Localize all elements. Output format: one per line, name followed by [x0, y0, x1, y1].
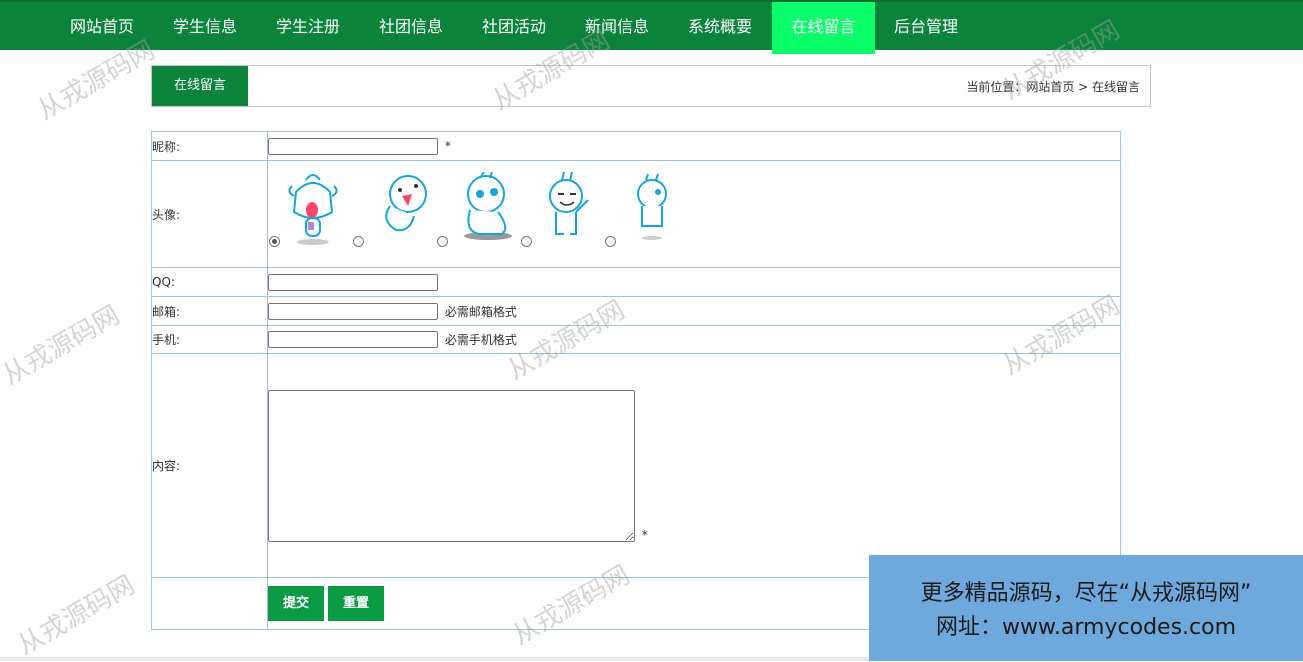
phone-label: 手机:	[151, 325, 268, 354]
email-label: 邮箱:	[151, 296, 268, 326]
phone-input[interactable]	[268, 331, 438, 348]
page-title: 在线留言	[152, 66, 248, 106]
watermark: 从戎源码网	[12, 570, 141, 662]
qq-input[interactable]	[268, 273, 438, 291]
avatar-1-icon[interactable]	[282, 172, 344, 247]
nav-item-students[interactable]: 学生信息	[159, 2, 251, 50]
breadcrumb: 当前位置：网站首页 > 在线留言	[966, 80, 1140, 94]
nav-item-clubs[interactable]: 社团信息	[365, 2, 457, 50]
qq-label: QQ:	[151, 267, 268, 297]
nav-item-guestbook[interactable]: 在线留言	[772, 2, 875, 54]
page-header-panel: 在线留言 当前位置：网站首页 > 在线留言	[151, 65, 1151, 107]
buttons-label-cell	[151, 577, 268, 630]
nav-item-overview[interactable]: 系统概要	[674, 2, 766, 50]
submit-button[interactable]: 提交	[268, 586, 324, 621]
promo-banner: 更多精品源码，尽在“从戎源码网” 网址：www.armycodes.com	[869, 555, 1303, 661]
bottom-scrollbar[interactable]	[0, 657, 869, 661]
content-required-mark: *	[641, 527, 648, 542]
nickname-cell: *	[267, 131, 1121, 161]
avatar-5-icon[interactable]	[630, 172, 674, 244]
nav-item-register[interactable]: 学生注册	[262, 2, 354, 50]
top-nav: 网站首页 学生信息 学生注册 社团信息 社团活动 新闻信息 系统概要 在线留言 …	[0, 0, 1303, 54]
email-hint: 必需邮箱格式	[444, 304, 517, 319]
nav-item-admin[interactable]: 后台管理	[880, 2, 972, 50]
avatar-radio-3[interactable]	[437, 235, 448, 247]
promo-line-2: 网址：www.armycodes.com	[935, 615, 1237, 640]
avatar-radio-5[interactable]	[605, 235, 616, 247]
avatar-2-icon[interactable]	[376, 172, 434, 237]
avatar-3-icon[interactable]	[458, 171, 518, 244]
avatar-4-icon[interactable]	[542, 171, 594, 244]
content-textarea[interactable]	[268, 389, 635, 542]
phone-cell: 必需手机格式	[267, 325, 1121, 354]
nav-item-news[interactable]: 新闻信息	[571, 2, 663, 50]
email-input[interactable]	[268, 302, 438, 320]
qq-cell	[267, 267, 1121, 297]
content-label: 内容:	[151, 353, 268, 578]
avatar-picker	[268, 162, 1120, 267]
avatar-label: 头像:	[151, 160, 268, 268]
reset-button[interactable]: 重置	[328, 586, 384, 621]
avatar-cell	[267, 160, 1121, 268]
email-cell: 必需邮箱格式	[267, 296, 1121, 326]
content-cell: *	[267, 353, 1121, 578]
avatar-radio-2[interactable]	[353, 235, 364, 247]
watermark: 从戎源码网	[0, 300, 126, 392]
nav-item-home[interactable]: 网站首页	[56, 2, 148, 50]
avatar-radio-1[interactable]	[269, 235, 280, 247]
phone-hint: 必需手机格式	[444, 333, 517, 347]
nickname-label: 昵称:	[151, 131, 268, 161]
nickname-input[interactable]	[268, 137, 438, 155]
required-mark: *	[444, 138, 451, 153]
promo-line-1: 更多精品源码，尽在“从戎源码网”	[920, 581, 1252, 606]
avatar-radio-4[interactable]	[521, 235, 532, 247]
nav-item-activities[interactable]: 社团活动	[468, 2, 560, 50]
